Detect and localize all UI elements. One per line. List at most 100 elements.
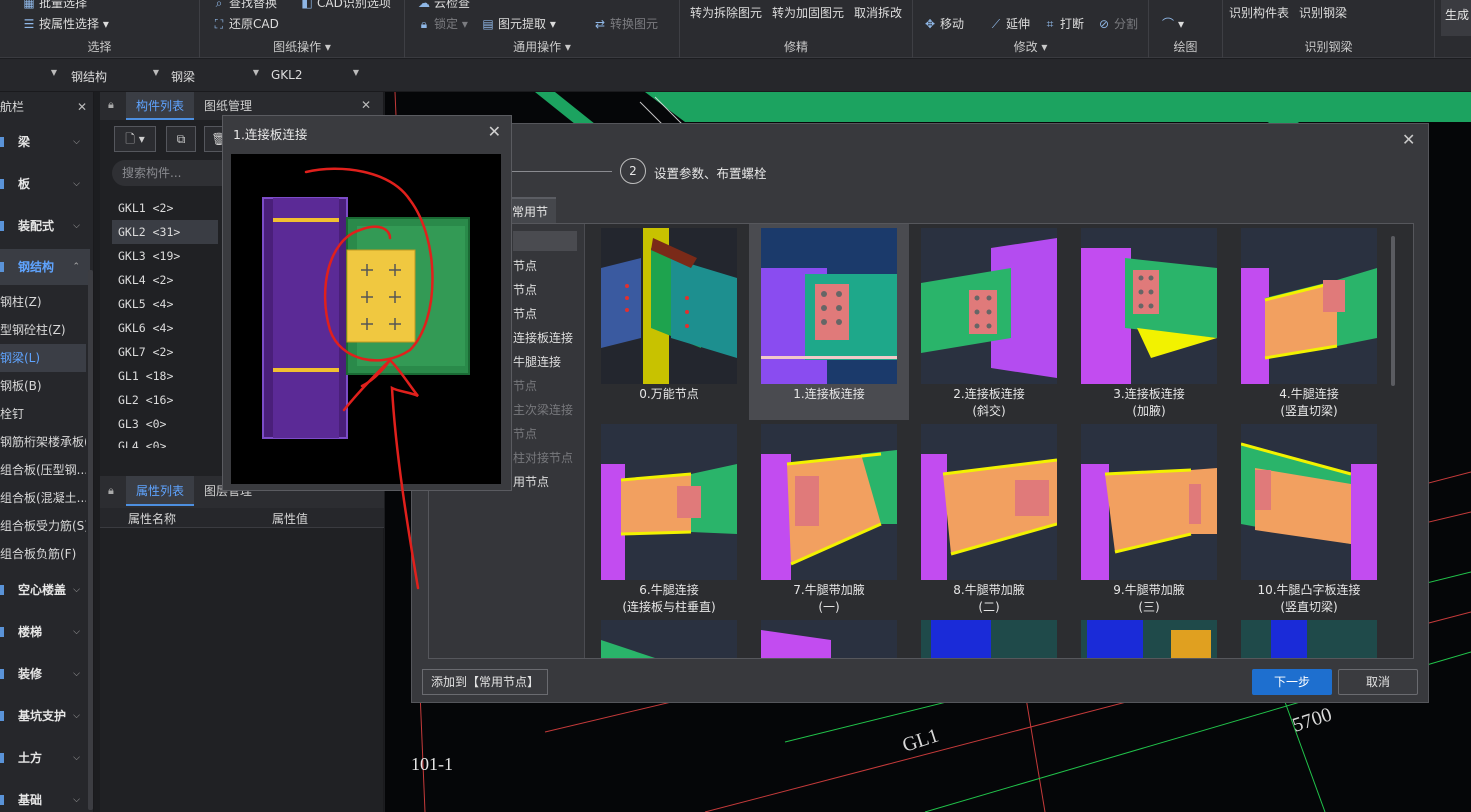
close-icon[interactable]: ✕ <box>488 122 501 141</box>
identify-table-button[interactable]: 识别构件表 <box>1229 4 1289 21</box>
tree-item[interactable]: 连接板连接 <box>513 326 585 350</box>
node-card[interactable] <box>1229 616 1389 658</box>
tree-item[interactable]: 主次梁连接 <box>513 398 585 422</box>
node-card[interactable]: 9.牛腿带加腋 (三) <box>1069 420 1229 616</box>
convert-element-button[interactable]: ⇄ 转换图元 <box>593 15 658 32</box>
tree-item[interactable]: 节点 <box>513 302 585 326</box>
list-item[interactable]: GKL4 <2> <box>112 268 218 292</box>
find-replace-button[interactable]: ⌕ 查找替换 <box>212 0 277 11</box>
close-icon[interactable]: ✕ <box>361 98 371 112</box>
node-card[interactable]: 0.万能节点 <box>589 224 749 420</box>
nav-cat-beam[interactable]: 梁 ⌵ <box>0 124 90 160</box>
node-card[interactable]: 8.牛腿带加腋 (二) <box>909 420 1069 616</box>
node-thumbnail <box>1241 424 1377 580</box>
list-item[interactable]: GKL7 <2> <box>112 340 218 364</box>
cancel-change-button[interactable]: 取消拆改 <box>854 4 902 21</box>
nav-cat-steel[interactable]: 钢结构 ⌃ <box>0 249 90 285</box>
node-card[interactable] <box>749 616 909 658</box>
batch-select-button[interactable]: ▦ 批量选择 <box>22 0 87 11</box>
generate-button[interactable]: 生成 <box>1441 0 1471 36</box>
nav-sub-item[interactable]: 钢柱(Z) <box>0 288 86 316</box>
nav-sub-item[interactable]: 钢板(B) <box>0 372 86 400</box>
cad-options-button[interactable]: ◧ CAD识别选项 <box>300 0 391 11</box>
node-card[interactable] <box>1069 616 1229 658</box>
nav-cat-hollow[interactable]: 空心楼盖 ⌵ <box>0 572 90 608</box>
ribbon-group-drawing: ⌕ 查找替换 ◧ CAD识别选项 ⛶ 还原CAD 图纸操作 ▾ <box>200 0 405 58</box>
nav-cat-earthwork[interactable]: 土方 ⌵ <box>0 740 90 776</box>
to-demolish-button[interactable]: 转为拆除图元 <box>690 4 762 21</box>
node-card-selected[interactable]: 1.连接板连接 <box>749 224 909 420</box>
nav-sub-item[interactable]: 组合板负筋(F) <box>0 540 86 568</box>
list-item[interactable]: GL2 <16> <box>112 388 218 412</box>
node-card[interactable]: 7.牛腿带加腋 (一) <box>749 420 909 616</box>
extend-button[interactable]: ⟋ 延伸 <box>989 15 1030 32</box>
list-item[interactable]: GL3 <0> <box>112 412 218 436</box>
list-item[interactable]: GKL5 <4> <box>112 292 218 316</box>
add-to-common-button[interactable]: 添加到【常用节点】 <box>422 669 549 695</box>
grid-scrollbar[interactable] <box>1391 236 1395 386</box>
node-card[interactable]: 3.连接板连接 (加腋) <box>1069 224 1229 420</box>
list-item[interactable]: GL1 <18> <box>112 364 218 388</box>
tree-item[interactable]: 节点 <box>513 254 585 278</box>
nav-sub-item[interactable]: 组合板受力筋(S) <box>0 512 86 540</box>
node-card[interactable] <box>909 616 1069 658</box>
node-card[interactable]: 2.连接板连接 (斜交) <box>909 224 1069 420</box>
list-item-selected[interactable]: GKL2 <31> <box>112 220 218 244</box>
nav-cat-foundation[interactable]: 基础 ⌵ <box>0 782 90 812</box>
nav-cat-decoration[interactable]: 装修 ⌵ <box>0 656 90 692</box>
arc-draw-button[interactable]: ⌒ ▾ <box>1161 15 1184 32</box>
lock-icon[interactable]: 🔒︎ <box>108 98 118 112</box>
node-card[interactable]: 10.牛腿凸字板连接 (竖直切梁) <box>1229 420 1389 616</box>
tree-item[interactable]: 用节点 <box>513 470 585 494</box>
list-item[interactable]: GKL1 <2> <box>112 196 218 220</box>
node-label: 0.万能节点 <box>639 387 699 401</box>
tree-item[interactable]: 节点 <box>513 422 585 446</box>
tab-property-list[interactable]: 属性列表 <box>126 476 195 506</box>
tab-common-nodes[interactable]: 常用节点 <box>510 197 556 245</box>
nav-cat-slab[interactable]: 板 ⌵ <box>0 166 90 202</box>
category-combo[interactable]: 钢结构 ▼ <box>66 64 166 86</box>
nav-sub-item[interactable]: 组合板(压型钢... <box>0 456 86 484</box>
close-icon[interactable]: ✕ <box>77 92 87 122</box>
identify-beam-button[interactable]: 识别钢梁 <box>1299 4 1347 21</box>
nav-cat-pit[interactable]: 基坑支护 ⌵ <box>0 698 90 734</box>
nav-sub-item[interactable]: 组合板(混凝土... <box>0 484 86 512</box>
floor-combo[interactable]: ▼ <box>0 64 64 86</box>
list-item[interactable]: GKL3 <19> <box>112 244 218 268</box>
nav-sub-item[interactable]: 型钢砼柱(Z) <box>0 316 86 344</box>
move-button[interactable]: ✥ 移动 <box>923 15 964 32</box>
node-card[interactable] <box>589 616 749 658</box>
cloud-check-button[interactable]: ☁ 云检查 <box>417 0 470 11</box>
nav-cat-prefab[interactable]: 装配式 ⌵ <box>0 208 90 244</box>
next-button[interactable]: 下一步 <box>1252 669 1332 695</box>
split-button[interactable]: ⊘ 分割 <box>1097 15 1138 32</box>
nav-sub-item-selected[interactable]: 钢梁(L) <box>0 344 86 372</box>
copy-component-button[interactable]: ⧉ <box>166 126 196 152</box>
tree-item[interactable]: 牛腿连接 <box>513 350 585 374</box>
type-combo[interactable]: 钢梁 ▼ <box>166 64 266 86</box>
node-label: 8.牛腿带加腋 (二) <box>953 583 1025 614</box>
new-component-button[interactable]: 🗋︎ ▾ <box>114 126 156 152</box>
lock-icon[interactable]: 🔒︎ <box>108 484 118 498</box>
list-item[interactable]: GKL6 <4> <box>112 316 218 340</box>
nav-cat-stairs[interactable]: 楼梯 ⌵ <box>0 614 90 650</box>
tree-item[interactable]: 节点 <box>513 278 585 302</box>
node-card[interactable]: 4.牛腿连接 (竖直切梁) <box>1229 224 1389 420</box>
lock-button[interactable]: 🔒︎ 锁定 ▾ <box>417 15 468 32</box>
extract-element-button[interactable]: ▤ 图元提取 ▾ <box>481 15 556 32</box>
close-icon[interactable]: ✕ <box>1402 132 1418 148</box>
to-reinforce-button[interactable]: 转为加固图元 <box>772 4 844 21</box>
break-button[interactable]: ⌗ 打断 <box>1043 15 1084 32</box>
component-combo[interactable]: GKL2 ▼ <box>266 64 366 86</box>
tree-item[interactable]: 节点 <box>513 374 585 398</box>
cancel-button[interactable]: 取消 <box>1338 669 1418 695</box>
select-by-attr-button[interactable]: ☰ 按属性选择 ▾ <box>22 15 109 32</box>
nav-sub-item[interactable]: 钢筋桁架楼承板(B) <box>0 428 86 456</box>
tree-item[interactable]: 柱对接节点 <box>513 446 585 470</box>
node-card[interactable]: 6.牛腿连接 (连接板与柱垂直) <box>589 420 749 616</box>
tab-component-list[interactable]: 构件列表 <box>126 92 195 120</box>
nav-sub-item[interactable]: 栓钉 <box>0 400 86 428</box>
restore-cad-button[interactable]: ⛶ 还原CAD <box>212 15 279 32</box>
nav-scrollbar[interactable] <box>88 270 93 810</box>
list-item[interactable]: GL4 <0> <box>112 436 218 448</box>
